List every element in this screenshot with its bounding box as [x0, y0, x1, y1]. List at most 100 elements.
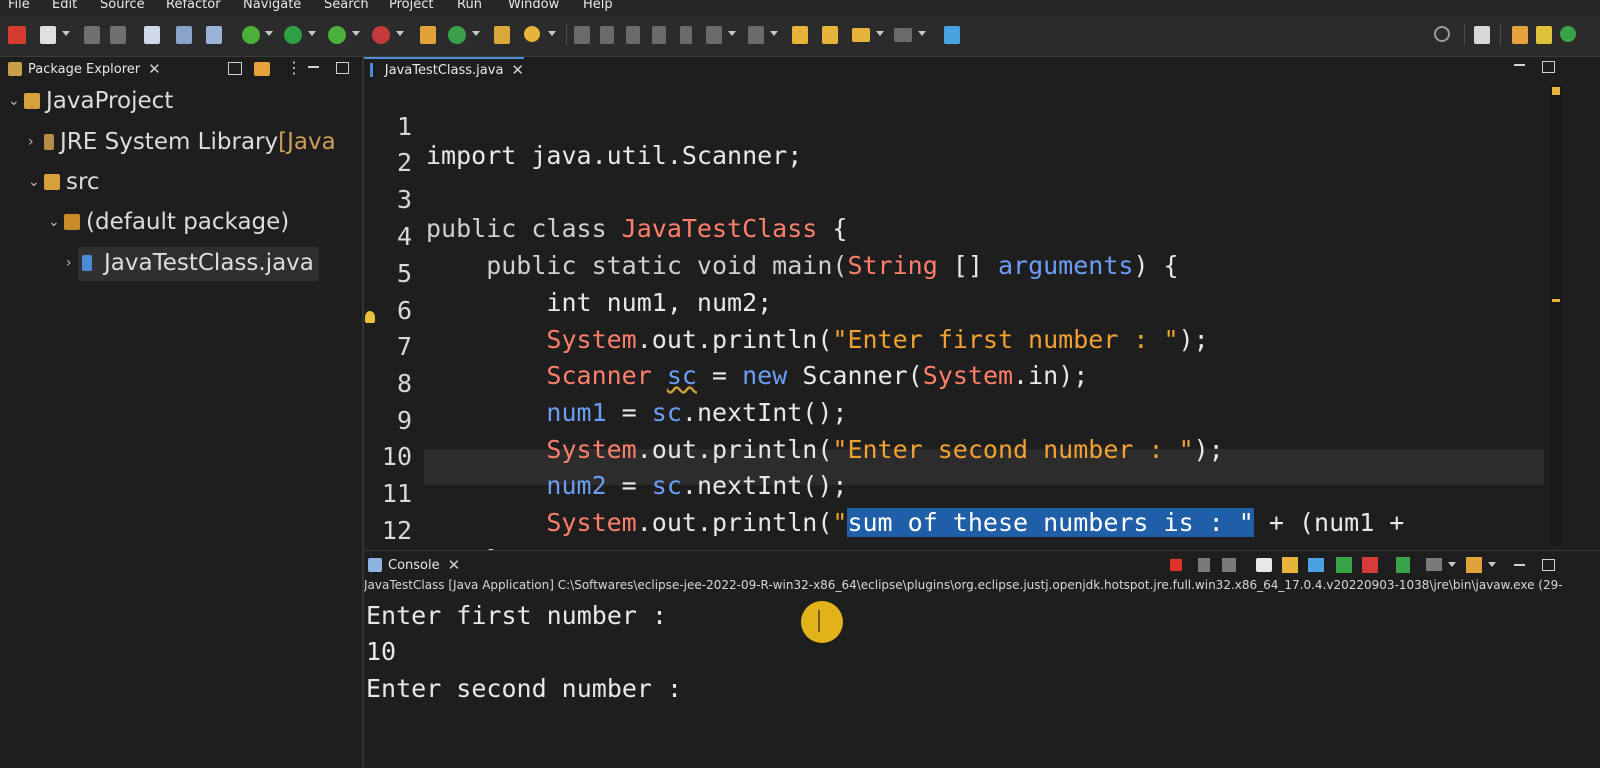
- minimize-icon[interactable]: [1514, 64, 1525, 66]
- minimize-icon[interactable]: [1514, 564, 1525, 566]
- tree-item-default-package[interactable]: ⌄ (default package): [48, 204, 289, 240]
- swap-icon[interactable]: [822, 26, 838, 44]
- chevron-down-icon[interactable]: [265, 31, 273, 36]
- chevron-right-icon[interactable]: ›: [66, 255, 82, 271]
- debug-icon[interactable]: [242, 26, 260, 44]
- menu-edit[interactable]: Edit: [52, 0, 77, 12]
- menu-help[interactable]: Help: [583, 0, 613, 12]
- tree-item-jre-library[interactable]: › JRE System Library [Java: [28, 124, 336, 160]
- menu-navigate[interactable]: Navigate: [243, 0, 301, 12]
- tree-item-javatestclass[interactable]: › JavaTestClass.java: [66, 245, 314, 281]
- open-console-icon[interactable]: [1466, 557, 1482, 573]
- chevron-down-icon[interactable]: ⌄: [8, 93, 24, 109]
- prev-annotation-icon[interactable]: [748, 26, 764, 44]
- code-line: 5 int num1, num2;: [396, 259, 773, 317]
- display-console-icon[interactable]: [1426, 558, 1442, 571]
- maximize-icon[interactable]: [1542, 559, 1555, 571]
- chevron-down-icon[interactable]: ⌄: [48, 214, 64, 230]
- menu-project[interactable]: Project: [389, 0, 433, 12]
- pin-editor-icon[interactable]: [944, 26, 960, 44]
- java-perspective-icon[interactable]: [1536, 26, 1552, 44]
- collapse-all-icon[interactable]: [228, 62, 242, 75]
- tree-item-src[interactable]: ⌄ src: [28, 164, 100, 200]
- open-perspective-icon[interactable]: [1474, 26, 1490, 44]
- menu-search[interactable]: Search: [324, 0, 369, 12]
- tab-package-explorer[interactable]: Package Explorer ✕: [8, 57, 161, 81]
- terminal-icon[interactable]: [144, 26, 160, 44]
- pen-icon[interactable]: [600, 26, 614, 44]
- external-tools-icon[interactable]: [372, 26, 390, 44]
- chevron-right-icon[interactable]: ›: [28, 134, 44, 150]
- show-stderr-icon[interactable]: [1362, 557, 1378, 573]
- tab-console[interactable]: Console ✕: [368, 553, 460, 577]
- new-file-icon[interactable]: [40, 26, 56, 44]
- block-selection-icon[interactable]: [652, 26, 666, 44]
- chevron-down-icon[interactable]: [1448, 562, 1456, 567]
- remove-launch-icon[interactable]: [1198, 558, 1210, 572]
- open-type-icon[interactable]: [494, 26, 510, 44]
- chevron-down-icon[interactable]: [396, 31, 404, 36]
- last-edit-icon[interactable]: [792, 26, 808, 44]
- close-icon[interactable]: ✕: [148, 60, 161, 78]
- menu-refactor[interactable]: Refactor: [166, 0, 221, 12]
- terminate-icon[interactable]: [1170, 559, 1182, 571]
- tree-item-decoration: [Java: [278, 129, 336, 155]
- new-class-icon[interactable]: [448, 26, 466, 44]
- chevron-down-icon[interactable]: [1488, 562, 1496, 567]
- scroll-lock-icon[interactable]: [1282, 557, 1298, 573]
- coverage-icon[interactable]: [328, 26, 346, 44]
- annotation-icon[interactable]: [574, 26, 590, 44]
- view-menu-icon[interactable]: ⋮: [286, 58, 302, 77]
- remove-all-icon[interactable]: [1222, 558, 1236, 572]
- search-icon[interactable]: [1434, 26, 1450, 42]
- run-icon[interactable]: [284, 26, 302, 44]
- next-annotation-icon[interactable]: [706, 26, 722, 44]
- tab-label: Console: [388, 557, 440, 573]
- pin-console-icon[interactable]: [1396, 557, 1410, 573]
- search-icon[interactable]: [524, 26, 540, 42]
- word-wrap-icon[interactable]: [1308, 558, 1324, 572]
- source-folder-icon: [44, 174, 60, 190]
- close-icon[interactable]: ✕: [511, 61, 524, 79]
- code-line: 1 import java.util.Scanner;: [396, 112, 803, 170]
- chevron-down-icon[interactable]: [548, 31, 556, 36]
- chevron-down-icon[interactable]: [472, 31, 480, 36]
- new-java-project-icon[interactable]: [420, 26, 436, 44]
- minimize-icon[interactable]: [308, 66, 319, 68]
- save-icon[interactable]: [84, 26, 100, 44]
- save-all-icon[interactable]: [110, 26, 126, 44]
- format-icon[interactable]: [626, 26, 640, 44]
- show-stdout-icon[interactable]: [1336, 557, 1352, 573]
- toolbox-icon[interactable]: [8, 26, 26, 44]
- chevron-down-icon[interactable]: ⌄: [28, 174, 44, 190]
- chevron-down-icon[interactable]: [308, 31, 316, 36]
- menu-source[interactable]: Source: [100, 0, 145, 12]
- link-with-editor-icon[interactable]: [254, 62, 270, 76]
- chevron-down-icon[interactable]: [918, 31, 926, 36]
- chevron-down-icon[interactable]: [876, 31, 884, 36]
- forward-arrow-icon[interactable]: [894, 28, 912, 42]
- tree-item-javaproject[interactable]: ⌄ JavaProject: [8, 83, 173, 119]
- pilcrow-icon[interactable]: [680, 26, 692, 44]
- menu-file[interactable]: File: [8, 0, 30, 12]
- menu-run[interactable]: Run: [457, 0, 482, 12]
- back-arrow-icon[interactable]: [852, 28, 870, 42]
- debug-perspective-icon[interactable]: [1560, 26, 1576, 42]
- code-line: 13 }: [364, 524, 1564, 544]
- java-ee-perspective-icon[interactable]: [1512, 26, 1528, 44]
- clear-console-icon[interactable]: [1256, 558, 1272, 572]
- link-icon[interactable]: [206, 26, 222, 44]
- chevron-down-icon[interactable]: [770, 31, 778, 36]
- maximize-icon[interactable]: [1542, 61, 1555, 73]
- chevron-down-icon[interactable]: [728, 31, 736, 36]
- chevron-down-icon[interactable]: [352, 31, 360, 36]
- toggle-icon[interactable]: [176, 26, 192, 44]
- console-output-line: Enter second number :: [366, 674, 683, 703]
- console-icon: [368, 558, 382, 572]
- close-icon[interactable]: ✕: [448, 556, 461, 574]
- tab-javatestclass[interactable]: JavaTestClass.java ✕: [364, 57, 524, 81]
- chevron-down-icon[interactable]: [62, 31, 70, 36]
- maximize-icon[interactable]: [336, 62, 349, 74]
- menu-window[interactable]: Window: [508, 0, 559, 12]
- package-icon: [64, 214, 80, 230]
